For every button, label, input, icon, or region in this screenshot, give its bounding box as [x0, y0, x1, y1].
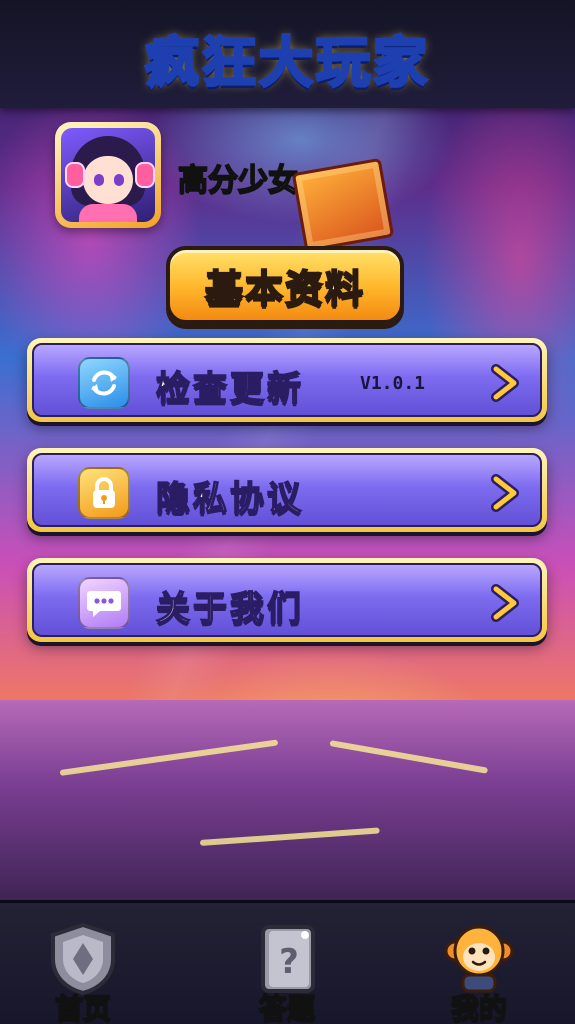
lock-icon — [78, 467, 130, 519]
refresh-icon — [78, 357, 130, 409]
background-road — [0, 700, 575, 910]
menu-label: 检查更新 — [155, 368, 304, 410]
app-screen: 疯狂大玩家 高分少女 基本资料 检查更新 V1.0.1 隐私协议 关于我们 首页… — [0, 0, 575, 1024]
chevron-right-icon — [491, 474, 519, 512]
menu-label: 隐私协议 — [155, 478, 304, 520]
app-header: 疯狂大玩家 — [0, 0, 575, 108]
nav-quiz[interactable]: ? 答题 — [222, 917, 352, 1024]
menu-privacy-policy[interactable]: 隐私协议 — [27, 448, 547, 532]
nav-label: 我的 — [450, 991, 508, 1024]
quiz-book-icon: ? — [261, 925, 315, 993]
nav-home[interactable]: 首页 — [18, 917, 148, 1024]
app-title: 疯狂大玩家 — [144, 30, 430, 96]
chevron-right-icon — [491, 364, 519, 402]
version-text: V1.0.1 — [360, 373, 426, 394]
home-shield-icon — [51, 922, 115, 996]
menu-row-inner: 检查更新 V1.0.1 — [32, 343, 542, 417]
menu-row-inner: 隐私协议 — [32, 453, 542, 527]
bottom-navigation: 首页 ? 答题 我的 — [0, 900, 575, 1024]
menu-row-inner: 关于我们 — [32, 563, 542, 637]
menu-check-update[interactable]: 检查更新 V1.0.1 — [27, 338, 547, 422]
monkey-avatar-icon — [444, 925, 514, 993]
crate-decoration — [291, 157, 395, 253]
chat-icon — [78, 577, 130, 629]
nav-label: 答题 — [258, 991, 316, 1024]
profile-avatar[interactable] — [55, 122, 161, 228]
svg-text:?: ? — [279, 942, 299, 982]
menu-about-us[interactable]: 关于我们 — [27, 558, 547, 642]
nav-mine[interactable]: 我的 — [414, 917, 544, 1024]
avatar-image — [61, 128, 155, 222]
basic-info-button[interactable]: 基本资料 — [166, 246, 404, 324]
basic-info-label: 基本资料 — [204, 266, 365, 312]
chevron-right-icon — [491, 584, 519, 622]
profile-username: 高分少女 — [177, 162, 299, 199]
menu-label: 关于我们 — [155, 588, 304, 630]
nav-label: 首页 — [54, 991, 112, 1024]
